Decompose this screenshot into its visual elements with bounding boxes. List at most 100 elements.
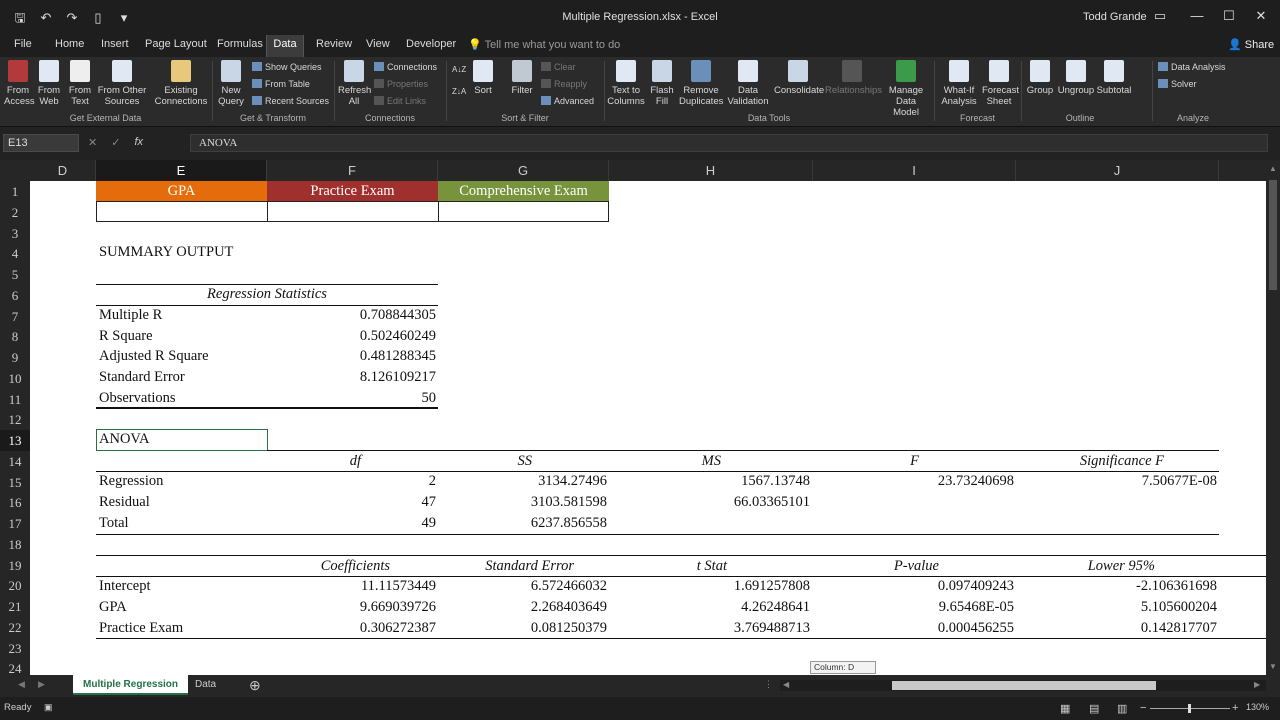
tab-insert[interactable]: Insert — [97, 35, 133, 57]
page-layout-view-icon[interactable]: ▤ — [1089, 702, 1099, 715]
scroll-up-icon[interactable]: ▲ — [1269, 164, 1277, 173]
regstat-value[interactable]: 50 — [267, 388, 437, 409]
vertical-scroll-thumb[interactable] — [1269, 180, 1277, 290]
coef-coef-cell[interactable]: 9.669039726 — [267, 597, 436, 618]
anova-header-significance-f[interactable]: Significance F — [1016, 451, 1164, 472]
coef-lower-cell[interactable]: 0.142817707 — [1016, 618, 1217, 639]
remove-duplicates-button[interactable]: Remove Duplicates — [679, 60, 723, 107]
data-analysis-button[interactable]: Data Analysis — [1158, 60, 1226, 74]
sort-az-button[interactable]: A↓Z — [452, 63, 466, 77]
from-access-button[interactable]: From Access — [4, 60, 35, 107]
anova-df-cell[interactable]: 47 — [267, 492, 437, 513]
row-header-19[interactable]: 19 — [0, 555, 30, 576]
coef-coef-cell[interactable]: 11.11573449 — [267, 576, 436, 597]
new-query-button[interactable]: New Query — [215, 60, 247, 107]
coef-t-cell[interactable]: 1.691257808 — [609, 576, 810, 597]
what-if-analysis-button[interactable]: What-If Analysis — [938, 60, 980, 107]
coef-lower-cell[interactable]: 5.105600204 — [1016, 597, 1217, 618]
anova-row-label[interactable]: Residual — [99, 492, 150, 513]
gpa-header-cell[interactable]: GPA — [96, 181, 267, 202]
row-header-3[interactable]: 3 — [0, 223, 30, 244]
sort-za-button[interactable]: Z↓A — [452, 85, 466, 99]
coef-t-cell[interactable]: 3.769488713 — [609, 618, 810, 639]
coef-row-label[interactable]: GPA — [99, 597, 127, 618]
normal-view-icon[interactable]: ▦ — [1060, 702, 1070, 715]
existing-connections-button[interactable]: Existing Connections — [153, 60, 209, 107]
regstat-label[interactable]: Observations — [99, 388, 176, 409]
anova-df-cell[interactable]: 2 — [267, 471, 436, 492]
row-header-13[interactable]: 13 — [0, 430, 30, 451]
advanced-filter-button[interactable]: Advanced — [541, 94, 594, 108]
row-header-16[interactable]: 16 — [0, 492, 30, 513]
row-header-2[interactable]: 2 — [0, 202, 30, 223]
tab-scroll-right-icon[interactable]: ▶ — [38, 679, 45, 690]
zoom-in-icon[interactable]: + — [1232, 702, 1238, 714]
row-header-9[interactable]: 9 — [0, 347, 30, 368]
anova-header-f[interactable]: F — [813, 451, 919, 472]
comprehensive-exam-input-cell[interactable] — [438, 201, 609, 222]
row-header-12[interactable]: 12 — [0, 409, 30, 430]
add-sheet-icon[interactable]: ⊕ — [249, 677, 261, 694]
anova-header-ss[interactable]: SS — [438, 451, 533, 472]
coef-row-label[interactable]: Practice Exam — [99, 618, 183, 639]
row-header-5[interactable]: 5 — [0, 264, 30, 285]
name-box[interactable]: E13 — [3, 134, 79, 152]
tab-view[interactable]: View — [362, 35, 394, 57]
coef-p-cell[interactable]: 9.65468E-05 — [813, 597, 1014, 618]
anova-df-cell[interactable]: 49 — [267, 513, 437, 534]
regstat-label[interactable]: R Square — [99, 326, 153, 347]
column-header-h[interactable]: H — [609, 160, 813, 181]
insert-function-icon[interactable]: fx — [134, 136, 143, 149]
row-header-8[interactable]: 8 — [0, 326, 30, 347]
reapply-button[interactable]: Reapply — [541, 77, 587, 91]
anova-ss-cell[interactable]: 6237.856558 — [438, 513, 607, 534]
column-header-e[interactable]: E — [96, 160, 267, 181]
summary-output-title[interactable]: SUMMARY OUTPUT — [99, 242, 233, 263]
relationships-button[interactable]: Relationships — [825, 60, 882, 96]
anova-f-cell[interactable]: 23.73240698 — [813, 471, 1014, 492]
practice-exam-input-cell[interactable] — [267, 201, 439, 222]
from-text-button[interactable]: From Text — [66, 60, 94, 107]
anova-ss-cell[interactable]: 3134.27496 — [438, 471, 607, 492]
regstat-label[interactable]: Adjusted R Square — [99, 346, 209, 367]
ribbon-display-options-icon[interactable]: ▭ — [1151, 8, 1169, 24]
row-header-14[interactable]: 14 — [0, 451, 30, 472]
sort-button[interactable]: Sort — [470, 60, 496, 96]
row-header-21[interactable]: 21 — [0, 596, 30, 617]
coef-header-p-value[interactable]: P-value — [813, 556, 939, 577]
selected-cell-e13[interactable] — [96, 429, 268, 451]
cancel-icon[interactable]: ✕ — [88, 136, 97, 149]
row-header-20[interactable]: 20 — [0, 575, 30, 596]
column-header-i[interactable]: I — [813, 160, 1016, 181]
row-header-6[interactable]: 6 — [0, 285, 30, 306]
tab-review[interactable]: Review — [312, 35, 356, 57]
tab-home[interactable]: Home — [51, 35, 88, 57]
refresh-all-button[interactable]: Refresh All — [338, 60, 371, 107]
sheet-tab-multiple-regression[interactable]: Multiple Regression — [73, 675, 189, 695]
row-header-23[interactable]: 23 — [0, 638, 30, 659]
zoom-slider-knob[interactable] — [1188, 704, 1191, 713]
consolidate-button[interactable]: Consolidate — [774, 60, 824, 96]
zoom-level[interactable]: 130% — [1246, 702, 1269, 712]
row-header-17[interactable]: 17 — [0, 513, 30, 534]
coef-header-standard-error[interactable]: Standard Error — [438, 556, 574, 577]
row-header-10[interactable]: 10 — [0, 368, 30, 389]
clear-filter-button[interactable]: Clear — [541, 60, 576, 74]
regstat-label[interactable]: Multiple R — [99, 305, 162, 326]
ungroup-button[interactable]: Ungroup — [1057, 60, 1095, 96]
user-name[interactable]: Todd Grande — [1083, 11, 1147, 23]
recent-sources-button[interactable]: Recent Sources — [252, 94, 329, 108]
worksheet-grid[interactable]: GPA Practice Exam Comprehensive Exam SUM… — [30, 181, 1266, 675]
group-button[interactable]: Group — [1025, 60, 1055, 96]
coef-header-t-stat[interactable]: t Stat — [609, 556, 727, 577]
column-header-f[interactable]: F — [267, 160, 438, 181]
coef-p-cell[interactable]: 0.000456255 — [813, 618, 1014, 639]
edit-links-button[interactable]: Edit Links — [374, 94, 426, 108]
coef-row-label[interactable]: Intercept — [99, 576, 151, 597]
row-header-4[interactable]: 4 — [0, 243, 30, 264]
coef-t-cell[interactable]: 4.26248641 — [609, 597, 810, 618]
row-header-15[interactable]: 15 — [0, 472, 30, 493]
from-table-button[interactable]: From Table — [252, 77, 310, 91]
practice-exam-header-cell[interactable]: Practice Exam — [267, 181, 438, 202]
show-queries-button[interactable]: Show Queries — [252, 60, 322, 74]
